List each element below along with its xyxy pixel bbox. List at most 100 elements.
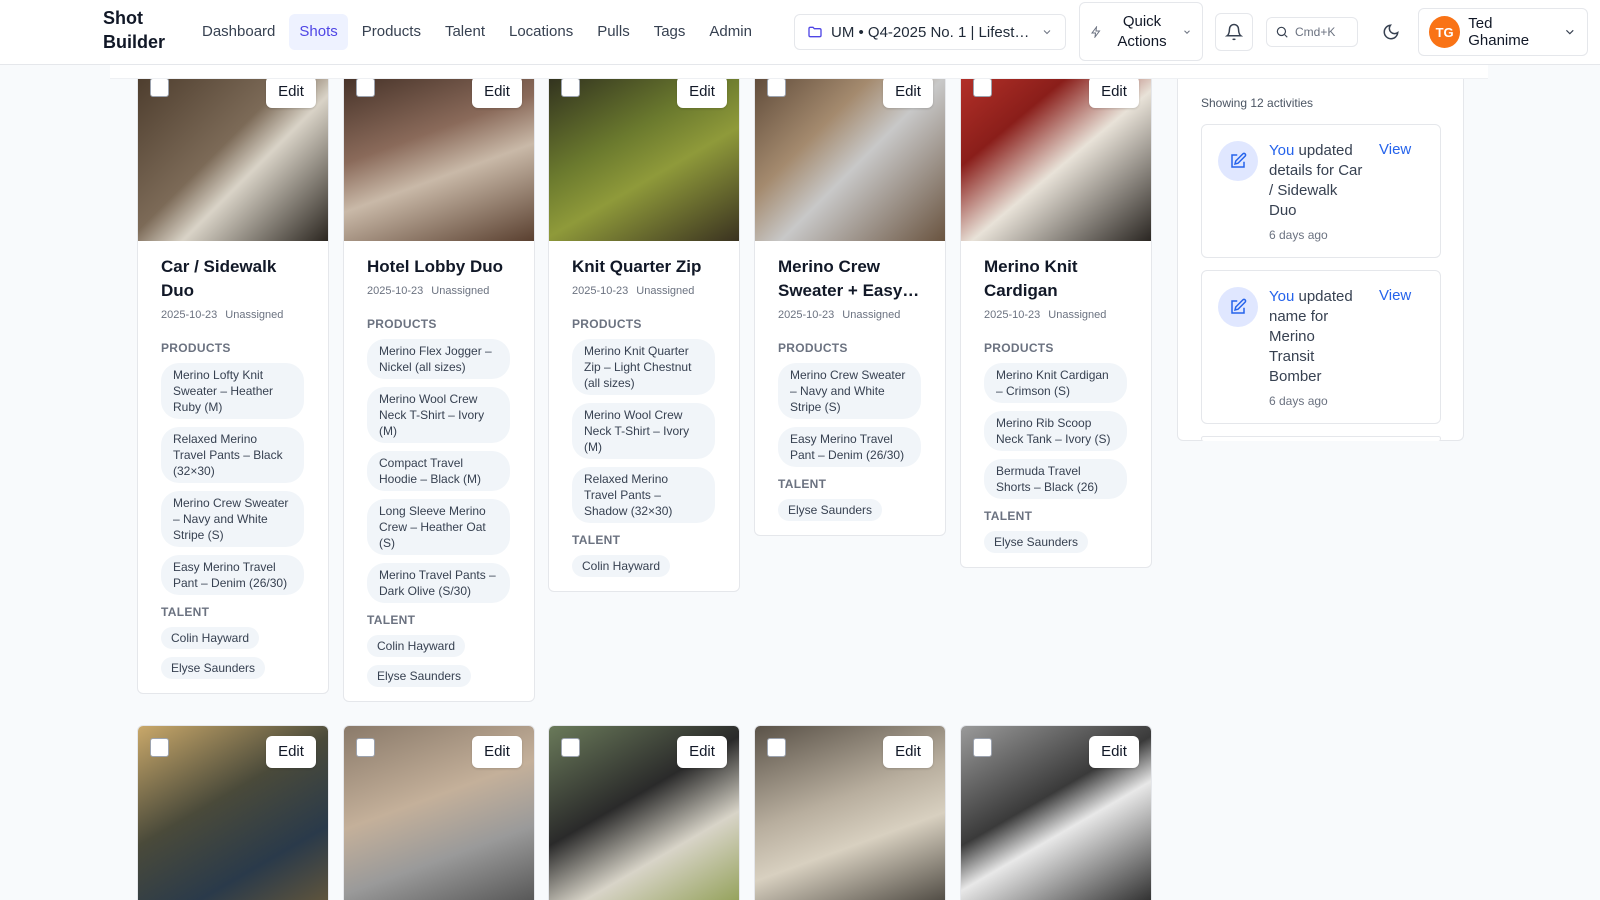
shot-thumbnail[interactable]: Edit [961, 726, 1151, 900]
chevron-down-icon [1184, 29, 1190, 34]
shortcut-hint: Cmd+K [1295, 25, 1336, 39]
shot-card[interactable]: Edit [137, 725, 329, 900]
shot-card[interactable]: Edit [343, 725, 535, 900]
shot-title[interactable]: Car / Sidewalk Duo [161, 255, 304, 303]
select-checkbox[interactable] [561, 738, 580, 757]
shot-thumbnail[interactable]: Edit [344, 66, 534, 241]
shot-card[interactable]: Edit Car / Sidewalk Duo 2025-10-23 Unassi… [137, 65, 329, 694]
product-chip[interactable]: Easy Merino Travel Pant – Denim (26/30) [161, 555, 304, 595]
edit-button[interactable]: Edit [677, 76, 727, 108]
nav-products[interactable]: Products [352, 14, 431, 50]
view-link[interactable]: View [1379, 287, 1411, 304]
shot-card[interactable]: Edit [960, 725, 1152, 900]
edit-button[interactable]: Edit [266, 736, 316, 768]
talent-chip[interactable]: Colin Hayward [572, 555, 671, 577]
shot-title[interactable]: Hotel Lobby Duo [367, 255, 510, 279]
activity-actor[interactable]: You [1269, 142, 1294, 159]
select-checkbox[interactable] [561, 78, 580, 97]
talent-chip[interactable]: Elyse Saunders [778, 499, 883, 521]
product-chip[interactable]: Relaxed Merino Travel Pants – Shadow (32… [572, 467, 715, 523]
product-chip[interactable]: Long Sleeve Merino Crew – Heather Oat (S… [367, 499, 510, 555]
talent-chip[interactable]: Elyse Saunders [367, 665, 472, 687]
product-chip[interactable]: Merino Rib Scoop Neck Tank – Ivory (S) [984, 411, 1127, 451]
shot-card[interactable]: Edit Merino Crew Sweater + Easy… 2025-10… [754, 65, 946, 536]
shot-title[interactable]: Knit Quarter Zip [572, 255, 715, 279]
edit-button[interactable]: Edit [883, 736, 933, 768]
activity-time: 6 days ago [1269, 394, 1328, 408]
activity-text: You updated details for Car / Sidewalk D… [1269, 141, 1364, 245]
theme-toggle[interactable] [1372, 13, 1410, 51]
shot-thumbnail[interactable]: Edit [549, 66, 739, 241]
select-checkbox[interactable] [973, 738, 992, 757]
quick-actions-button[interactable]: Quick Actions [1079, 2, 1203, 61]
product-chip[interactable]: Easy Merino Travel Pant – Denim (26/30) [778, 427, 921, 467]
product-chip[interactable]: Relaxed Merino Travel Pants – Black (32×… [161, 427, 304, 483]
project-name: UM • Q4-2025 No. 1 | Lifestyle [831, 23, 1033, 41]
talent-chip[interactable]: Elyse Saunders [984, 531, 1089, 553]
shot-thumbnail[interactable]: Edit [344, 726, 534, 900]
product-chip[interactable]: Compact Travel Hoodie – Black (M) [367, 451, 510, 491]
product-chip[interactable]: Merino Crew Sweater – Navy and White Str… [778, 363, 921, 419]
brand-logo[interactable]: Shot Builder [103, 6, 183, 54]
product-chip[interactable]: Merino Flex Jogger – Nickel (all sizes) [367, 339, 510, 379]
product-chip[interactable]: Merino Knit Quarter Zip – Light Chestnut… [572, 339, 715, 395]
talent-chip[interactable]: Colin Hayward [367, 635, 466, 657]
shot-thumbnail[interactable]: Edit [138, 726, 328, 900]
nav-tags[interactable]: Tags [644, 14, 696, 50]
edit-button[interactable]: Edit [266, 76, 316, 108]
avatar: TG [1429, 16, 1461, 48]
shot-title[interactable]: Merino Crew Sweater + Easy… [778, 255, 921, 303]
product-chip[interactable]: Merino Wool Crew Neck T-Shirt – Ivory (M… [572, 403, 715, 459]
project-selector[interactable]: UM • Q4-2025 No. 1 | Lifestyle [794, 14, 1066, 50]
notifications-button[interactable] [1215, 13, 1253, 51]
shot-card[interactable]: Edit [548, 725, 740, 900]
product-chip[interactable]: Merino Travel Pants – Dark Olive (S/30) [367, 563, 510, 603]
nav-dashboard[interactable]: Dashboard [192, 14, 285, 50]
edit-icon [1218, 287, 1258, 327]
shot-card[interactable]: Edit Merino Knit Cardigan 2025-10-23 Unas… [960, 65, 1152, 568]
shot-thumbnail[interactable]: Edit [138, 66, 328, 241]
select-checkbox[interactable] [767, 738, 786, 757]
select-checkbox[interactable] [973, 78, 992, 97]
shot-assignee: Unassigned [1048, 309, 1107, 321]
edit-button[interactable]: Edit [472, 736, 522, 768]
shot-thumbnail[interactable]: Edit [755, 66, 945, 241]
edit-button[interactable]: Edit [1089, 736, 1139, 768]
shot-card[interactable]: Edit Knit Quarter Zip 2025-10-23 Unassign… [548, 65, 740, 592]
product-chip[interactable]: Merino Lofty Knit Sweater – Heather Ruby… [161, 363, 304, 419]
shot-card[interactable]: Edit Hotel Lobby Duo 2025-10-23 Unassigne… [343, 65, 535, 702]
product-chip[interactable]: Bermuda Travel Shorts – Black (26) [984, 459, 1127, 499]
activity-panel: Showing 12 activities You updated detail… [1177, 79, 1464, 441]
select-checkbox[interactable] [767, 78, 786, 97]
nav-shots[interactable]: Shots [289, 14, 348, 50]
nav-locations[interactable]: Locations [499, 14, 583, 50]
user-menu[interactable]: TG Ted Ghanime [1418, 8, 1588, 56]
product-chip[interactable]: Merino Knit Cardigan – Crimson (S) [984, 363, 1127, 403]
product-chip[interactable]: Merino Crew Sweater – Navy and White Str… [161, 491, 304, 547]
shot-thumbnail[interactable]: Edit [961, 66, 1151, 241]
select-checkbox[interactable] [356, 78, 375, 97]
activity-actor[interactable]: You [1269, 288, 1294, 305]
view-link[interactable]: View [1379, 141, 1411, 158]
shot-thumbnail[interactable]: Edit [549, 726, 739, 900]
command-search-button[interactable]: Cmd+K [1266, 17, 1358, 47]
select-checkbox[interactable] [356, 738, 375, 757]
shot-title[interactable]: Merino Knit Cardigan [984, 255, 1127, 303]
edit-button[interactable]: Edit [472, 76, 522, 108]
talent-chip[interactable]: Colin Hayward [161, 627, 260, 649]
edit-button[interactable]: Edit [677, 736, 727, 768]
activity-item-partial [1201, 436, 1441, 441]
nav-pulls[interactable]: Pulls [587, 14, 640, 50]
nav-admin[interactable]: Admin [699, 14, 762, 50]
shot-thumbnail[interactable]: Edit [755, 726, 945, 900]
activity-time: 6 days ago [1269, 228, 1328, 242]
talent-chip[interactable]: Elyse Saunders [161, 657, 266, 679]
quick-actions-label: Quick Actions [1117, 12, 1167, 50]
edit-button[interactable]: Edit [1089, 76, 1139, 108]
shot-card[interactable]: Edit [754, 725, 946, 900]
product-chip[interactable]: Merino Wool Crew Neck T-Shirt – Ivory (M… [367, 387, 510, 443]
edit-button[interactable]: Edit [883, 76, 933, 108]
nav-talent[interactable]: Talent [435, 14, 495, 50]
select-checkbox[interactable] [150, 78, 169, 97]
select-checkbox[interactable] [150, 738, 169, 757]
